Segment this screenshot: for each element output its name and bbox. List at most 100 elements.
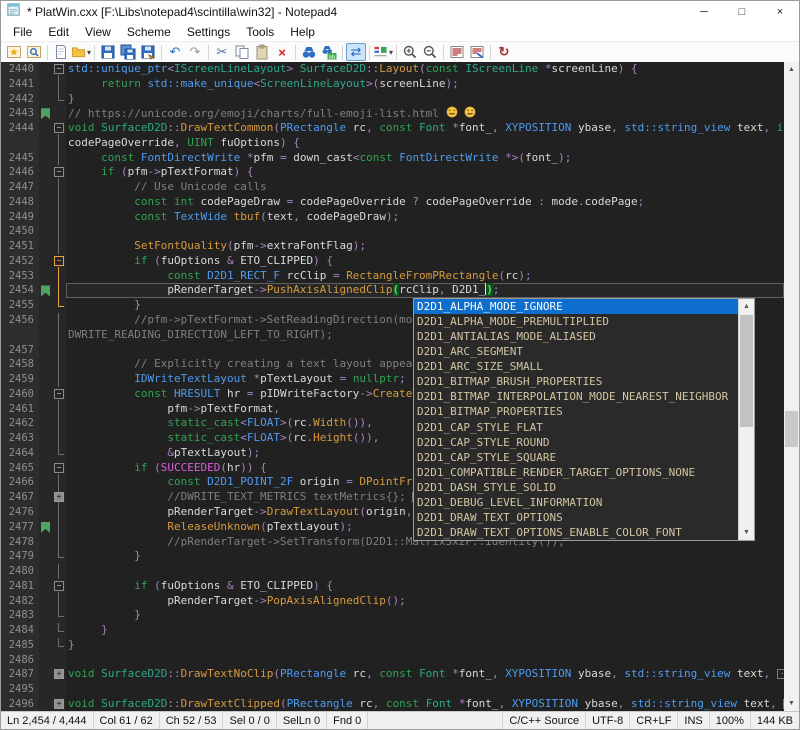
bookmark-margin[interactable] [39,667,52,682]
line-number[interactable]: 2486 [1,653,39,668]
bookmark-margin[interactable] [39,387,52,402]
zoom-out-icon[interactable] [420,43,440,61]
bookmark-margin[interactable] [39,121,52,136]
code-text[interactable] [66,682,784,697]
bookmark-margin[interactable] [39,77,52,92]
code-text[interactable]: return std::make_unique<ScreenLineLayout… [66,77,784,92]
line-number[interactable]: 2464 [1,446,39,461]
status-eol[interactable]: CR+LF [629,712,677,729]
autocomplete-item[interactable]: D2D1_ARC_SEGMENT [414,344,738,359]
menu-file[interactable]: File [5,23,40,41]
line-number[interactable]: 2458 [1,357,39,372]
code-text[interactable]: codePageOverride, UINT fuOptions) { [66,136,784,151]
autocomplete-item[interactable]: D2D1_CAP_STYLE_FLAT [414,420,738,435]
bookmark-margin[interactable] [39,564,52,579]
bookmark-margin[interactable] [39,343,52,358]
line-number[interactable]: 2446 [1,165,39,180]
bookmark-margin[interactable] [39,165,52,180]
bookmark-margin[interactable] [39,697,52,711]
bookmark-margin[interactable] [39,594,52,609]
favorites-icon[interactable] [4,43,24,61]
save-as-icon[interactable] [118,43,138,61]
line-number[interactable]: 2480 [1,564,39,579]
autocomplete-item[interactable]: D2D1_DRAW_TEXT_OPTIONS [414,510,738,525]
fold-collapse-icon[interactable] [52,121,66,136]
autocomplete-item[interactable]: D2D1_ALPHA_MODE_IGNORE [414,299,738,314]
autocomplete-item[interactable]: D2D1_BITMAP_BRUSH_PROPERTIES [414,374,738,389]
code-text[interactable]: const D2D1_RECT_F rcClip = RectangleFrom… [66,269,784,284]
code-text[interactable]: if (pfm->pTextFormat) { [66,165,784,180]
bookmark-margin[interactable] [39,269,52,284]
close-button[interactable]: × [761,1,799,23]
autocomplete-item[interactable]: D2D1_DEBUG_LEVEL_INFORMATION [414,495,738,510]
fold-expand-icon[interactable] [52,490,66,505]
line-number[interactable]: 2443 [1,106,39,121]
menu-scheme[interactable]: Scheme [119,23,179,41]
scroll-down-icon[interactable]: ▼ [784,696,799,711]
line-number[interactable]: 2454 [1,283,39,298]
code-text[interactable]: const int codePageDraw = codePageOverrid… [66,195,784,210]
code-text[interactable]: SetFontQuality(pfm->extraFontFlag); [66,239,784,254]
code-text[interactable]: const FontDirectWrite *pfm = down_cast<c… [66,151,784,166]
line-number[interactable]: 2465 [1,461,39,476]
status-zoom[interactable]: 100% [709,712,750,729]
bookmark-margin[interactable] [39,313,52,328]
line-number[interactable]: 2440 [1,62,39,77]
maximize-button[interactable]: □ [723,1,761,23]
status-selection[interactable]: Sel 0 / 0 [223,712,276,729]
minimize-button[interactable]: ─ [685,1,723,23]
status-selected-lines[interactable]: SelLn 0 [277,712,327,729]
bookmark-margin[interactable] [39,210,52,225]
replace-icon[interactable]: ab [319,43,339,61]
bookmark-margin[interactable] [39,490,52,505]
line-number[interactable]: 2463 [1,431,39,446]
autocomplete-item[interactable]: D2D1_ARC_SIZE_SMALL [414,359,738,374]
autocomplete-item[interactable]: D2D1_BITMAP_INTERPOLATION_MODE_NEAREST_N… [414,389,738,404]
bookmark-margin[interactable] [39,239,52,254]
fold-collapse-icon[interactable] [52,165,66,180]
line-number[interactable]: 2457 [1,343,39,358]
fold-collapse-icon[interactable] [52,62,66,77]
line-number[interactable]: 2478 [1,535,39,550]
line-number[interactable]: 2460 [1,387,39,402]
scroll-up-icon[interactable]: ▲ [739,299,754,314]
autocomplete-item[interactable]: D2D1_DRAW_TEXT_OPTIONS_ENABLE_COLOR_FONT [414,525,738,540]
line-number[interactable]: 2467 [1,490,39,505]
bookmark-margin[interactable] [39,62,52,77]
line-number[interactable]: 2476 [1,505,39,520]
code-text[interactable]: void SurfaceD2D::DrawTextClipped(PRectan… [66,697,784,711]
copy-icon[interactable] [232,43,252,61]
bookmark-margin[interactable] [39,402,52,417]
line-number[interactable]: 2477 [1,520,39,535]
line-number[interactable]: 2496 [1,697,39,711]
fold-collapse-icon[interactable] [52,254,66,269]
line-number[interactable]: 2450 [1,224,39,239]
status-column[interactable]: Col 61 / 62 [94,712,160,729]
fold-collapse-icon[interactable] [52,579,66,594]
autocomplete-item[interactable]: D2D1_BITMAP_PROPERTIES [414,404,738,419]
chevron-down-icon[interactable]: ▾ [87,48,91,57]
find-icon[interactable] [299,43,319,61]
line-number[interactable]: 2445 [1,151,39,166]
code-text[interactable]: if (fuOptions & ETO_CLIPPED) { [66,254,784,269]
bookmark-margin[interactable] [39,224,52,239]
menu-view[interactable]: View [77,23,119,41]
bookmark-margin[interactable] [39,372,52,387]
bookmark-margin[interactable] [39,283,52,298]
autocomplete-item[interactable]: D2D1_CAP_STYLE_ROUND [414,435,738,450]
bookmark-margin[interactable] [39,180,52,195]
scroll-down-icon[interactable]: ▼ [739,525,754,540]
paste-icon[interactable] [252,43,272,61]
bookmark-margin[interactable] [39,136,52,151]
line-number[interactable]: 2481 [1,579,39,594]
code-text[interactable]: // https://unicode.org/emoji/charts/full… [66,106,784,121]
edit-lines-icon[interactable] [467,43,487,61]
status-character[interactable]: Ch 52 / 53 [160,712,224,729]
bookmark-margin[interactable] [39,623,52,638]
code-text[interactable] [66,224,784,239]
code-text[interactable]: if (fuOptions & ETO_CLIPPED) { [66,579,784,594]
code-text[interactable]: } [66,92,784,107]
bookmark-margin[interactable] [39,416,52,431]
browse-files-icon[interactable] [24,43,44,61]
autocomplete-item[interactable]: D2D1_ALPHA_MODE_PREMULTIPLIED [414,314,738,329]
